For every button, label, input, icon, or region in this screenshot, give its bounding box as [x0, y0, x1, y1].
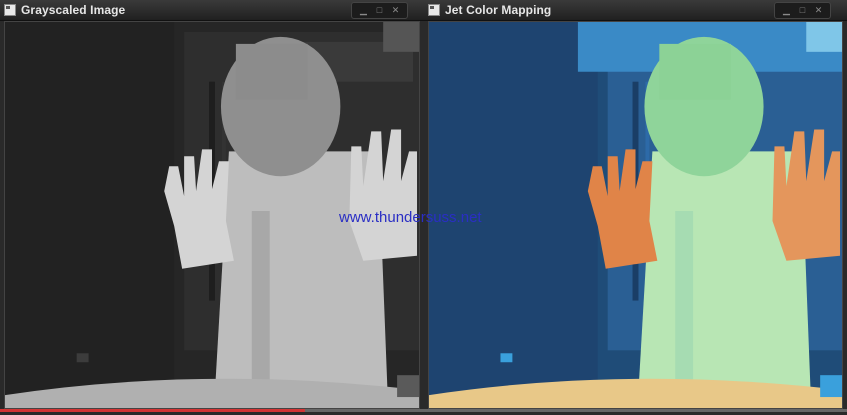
minimize-icon[interactable]: ▁	[357, 5, 370, 16]
watermark-text: www.thundersuss.net	[339, 209, 482, 226]
window-controls: ▁ □ ✕	[774, 2, 831, 19]
window-app-icon	[428, 4, 440, 16]
window-title: Grayscaled Image	[21, 3, 126, 17]
window-controls: ▁ □ ✕	[351, 2, 408, 19]
jet-depth-illustration	[429, 22, 842, 408]
grayscale-window[interactable]: Grayscaled Image ▁ □ ✕	[0, 0, 424, 415]
maximize-icon[interactable]: □	[796, 5, 809, 16]
jet-titlebar[interactable]: Jet Color Mapping ▁ □ ✕	[424, 0, 847, 21]
maximize-icon[interactable]: □	[373, 5, 386, 16]
grayscale-titlebar[interactable]: Grayscaled Image ▁ □ ✕	[0, 0, 424, 21]
video-progress-bar[interactable]	[0, 409, 847, 412]
window-title: Jet Color Mapping	[445, 3, 552, 17]
jet-window[interactable]: Jet Color Mapping ▁ □ ✕	[424, 0, 847, 415]
window-app-icon	[4, 4, 16, 16]
close-icon[interactable]: ✕	[812, 5, 825, 16]
minimize-icon[interactable]: ▁	[780, 5, 793, 16]
jet-depth-image	[428, 21, 843, 409]
video-progress-played	[0, 409, 305, 412]
close-icon[interactable]: ✕	[389, 5, 402, 16]
